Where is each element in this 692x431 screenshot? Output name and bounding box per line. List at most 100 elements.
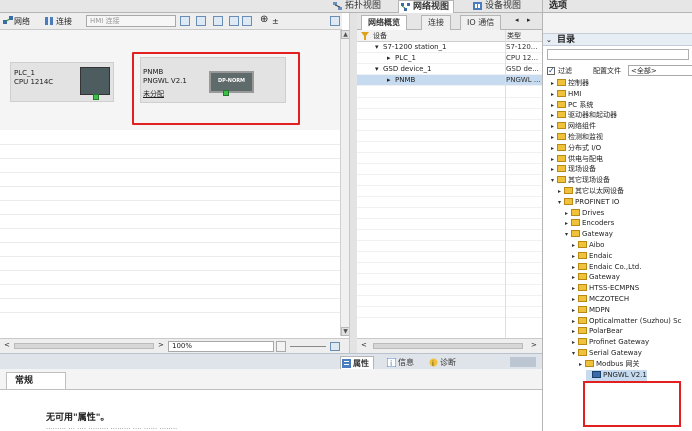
folder-icon <box>557 133 566 140</box>
tree-item[interactable]: ▸ 现场设备 <box>551 164 596 175</box>
connect-button[interactable]: 连接 <box>56 16 72 27</box>
tree-item[interactable]: ▸ Gateway <box>572 272 620 283</box>
overview-bottom-bar: < > <box>357 338 542 353</box>
tree-item[interactable]: ▸ 供电与配电 <box>551 154 603 165</box>
tab-properties[interactable]: 属性 <box>340 356 374 369</box>
column-type[interactable]: 类型 <box>507 31 521 41</box>
zoom-dropdown-icon[interactable]: ± <box>272 16 279 27</box>
tab-io-communication[interactable]: IO 通信 <box>460 15 502 30</box>
tree-item[interactable]: ▸ 控制器 <box>551 78 589 89</box>
hmi-connection-select[interactable]: HMI 连接 <box>86 15 176 27</box>
collapse-panel-icon[interactable] <box>330 16 340 26</box>
scroll-right-icon[interactable]: > <box>158 341 164 349</box>
inspector-tab-bar: 属性 i 信息 i 诊断 <box>0 353 542 369</box>
scroll-right-icon[interactable]: > <box>531 341 537 349</box>
filter-icon[interactable] <box>361 32 369 40</box>
tab-topology-view[interactable]: 拓扑视图 <box>331 0 385 13</box>
profile-select[interactable]: <全部> <box>628 65 692 76</box>
tree-item[interactable]: ▸ HMI <box>551 89 581 100</box>
fit-view-icon[interactable] <box>330 342 340 351</box>
scroll-left-icon[interactable]: < <box>4 341 10 349</box>
topology-grid-icon[interactable] <box>213 16 223 26</box>
tab-scroll-left-icon[interactable]: ◂ <box>515 16 519 24</box>
tree-item-label: Endaic <box>589 251 613 260</box>
tab-general[interactable]: 常规 <box>6 372 66 389</box>
row-expand-icon[interactable]: ▸ <box>387 53 391 64</box>
properties-icon[interactable] <box>196 16 206 26</box>
tab-network-overview[interactable]: 网络概览 <box>361 15 407 30</box>
overview-horizontal-scrollbar[interactable] <box>373 343 523 349</box>
table-row-selected[interactable]: ▸ PNMB PNGWL ... <box>357 75 542 86</box>
plc-name: PLC_1 <box>14 69 35 77</box>
tree-item[interactable]: ▸ Aibo <box>572 240 604 251</box>
tab-diagnostics[interactable]: i 诊断 <box>428 356 460 369</box>
zoom-in-icon[interactable]: ⊕ <box>260 14 268 25</box>
tab-scroll-right-icon[interactable]: ▸ <box>527 16 531 24</box>
tree-item[interactable]: ▾ Serial Gateway <box>572 348 642 359</box>
tab-network-view[interactable]: 网络视图 <box>398 0 455 13</box>
table-row[interactable]: ▸ PLC_1 CPU 12... <box>357 53 542 64</box>
tree-item[interactable]: ▾ Gateway <box>565 229 613 240</box>
zoom-slider[interactable] <box>290 346 326 347</box>
profile-label: 配置文件 <box>593 67 621 75</box>
tree-item[interactable]: ▸ 网络组件 <box>551 121 596 132</box>
dropdown-arrow-icon[interactable] <box>180 16 190 26</box>
connection-icon <box>45 17 53 25</box>
tree-item[interactable]: ▾ PROFINET IO <box>558 197 619 208</box>
horizontal-scrollbar[interactable] <box>14 343 154 349</box>
tree-item[interactable]: ▸ Endaic <box>572 251 612 262</box>
zoom-select[interactable]: 100% <box>168 341 274 352</box>
tree-item[interactable]: PNGWL V2.1 <box>586 369 647 381</box>
tree-item[interactable]: ▸ 其它以太网设备 <box>558 186 624 197</box>
row-device-name: PLC_1 <box>395 54 416 62</box>
zoom-dropdown-icon[interactable] <box>276 341 286 352</box>
catalog-search-input[interactable] <box>547 49 689 60</box>
panel-menu-icon[interactable] <box>510 357 536 367</box>
scroll-left-icon[interactable]: < <box>361 341 367 349</box>
folder-icon <box>578 241 587 248</box>
plc-port-icon[interactable] <box>93 94 99 100</box>
tab-device-view[interactable]: 设备视图 <box>471 0 525 13</box>
options-title: 选项 <box>543 0 692 13</box>
table-icon[interactable] <box>229 16 239 26</box>
network-button[interactable]: 网络 <box>14 16 30 27</box>
table-row[interactable]: ▾ GSD device_1 GSD de... <box>357 64 542 75</box>
tree-item[interactable]: ▸ 检测和监视 <box>551 132 603 143</box>
tree-item[interactable]: ▸ Endaic Co.,Ltd. <box>572 262 641 273</box>
filter-checkbox[interactable] <box>547 65 555 77</box>
column-device[interactable]: 设备 <box>373 31 387 41</box>
tree-item[interactable]: ▸ PC 系统 <box>551 100 593 111</box>
tree-item[interactable]: ▸ PolarBear <box>572 326 623 337</box>
view-tab-bar: 拓扑视图 网络视图 设备视图 <box>0 0 542 13</box>
tree-item[interactable]: ▸ Profinet Gateway <box>572 337 649 348</box>
row-device-type: PNGWL ... <box>506 76 540 84</box>
tree-item[interactable]: ▸ MCZOTECH <box>572 294 629 305</box>
table-row[interactable]: ▾ S7-1200 station_1 S7-120... <box>357 42 542 53</box>
row-expand-icon[interactable]: ▸ <box>387 75 391 86</box>
tree-item-label: 控制器 <box>568 79 589 87</box>
tree-item[interactable]: ▸ MDPN <box>572 305 610 316</box>
tree-item-label: MCZOTECH <box>589 295 630 303</box>
tree-item-label: 检测和监视 <box>568 133 603 141</box>
catalog-header[interactable]: ⌄ 目录 <box>543 33 692 46</box>
split-view-icon[interactable] <box>242 16 252 26</box>
tab-connections[interactable]: 连接 <box>421 15 451 30</box>
plc-device[interactable]: PLC_1 CPU 1214C <box>10 62 114 102</box>
tree-item[interactable]: ▸ Opticalmatter (Suzhou) Sc <box>572 316 681 327</box>
tree-item[interactable]: ▸ HTSS-ECMPNS <box>572 283 639 294</box>
folder-icon <box>578 284 587 292</box>
tree-item[interactable]: ▸ 驱动器和起动器 <box>551 110 617 121</box>
tree-item[interactable]: ▸ 分布式 I/O <box>551 143 601 154</box>
tab-info[interactable]: i 信息 <box>386 356 418 369</box>
tree-item[interactable]: ▸ Drives <box>565 208 604 219</box>
row-expand-icon[interactable]: ▾ <box>375 64 379 75</box>
folder-icon <box>571 208 580 216</box>
row-expand-icon[interactable]: ▾ <box>375 42 379 53</box>
tree-item[interactable]: ▸ Encoders <box>565 218 614 229</box>
panel-splitter[interactable] <box>349 13 357 353</box>
tree-item[interactable]: ▸ Modbus 网关 <box>579 359 640 370</box>
tree-item[interactable]: ▾ 其它现场设备 <box>551 175 610 186</box>
canvas-vertical-scrollbar[interactable]: ▲ ▼ <box>340 30 350 336</box>
folder-icon <box>571 230 580 238</box>
overview-tab-bar: 网络概览 连接 IO 通信 ◂ ▸ <box>357 13 542 30</box>
